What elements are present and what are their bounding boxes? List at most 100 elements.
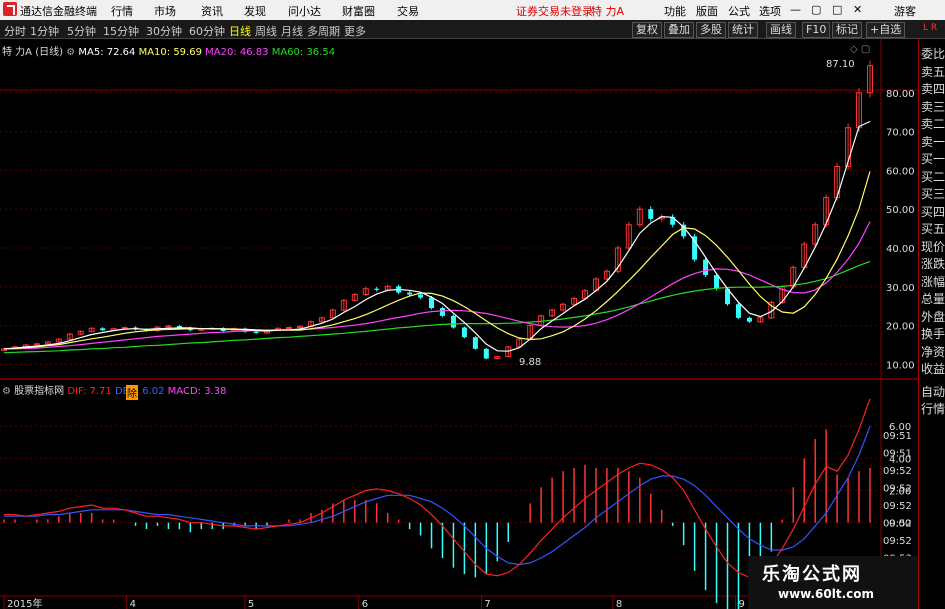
period-15min[interactable]: 15分钟 [103, 23, 139, 39]
mark-button[interactable]: 标记 [832, 22, 862, 38]
auto-quote-0[interactable]: 自动 [921, 385, 945, 399]
price-axis-label: 20.00 [886, 322, 915, 333]
menu-discover[interactable]: 发现 [244, 3, 266, 19]
quote-field-0[interactable]: 委比 [921, 47, 945, 61]
quote-field-17[interactable]: 净资 [921, 345, 945, 359]
quote-field-7[interactable]: 买二 [921, 170, 945, 184]
price-axis-label: 70.00 [886, 128, 915, 139]
menu-function[interactable]: 功能 [664, 3, 686, 19]
time-label: 09:52 [883, 536, 912, 547]
quote-field-18[interactable]: 收益 [921, 362, 945, 376]
restore-icon[interactable]: ▢ [811, 3, 821, 16]
candle-body [253, 331, 259, 333]
maximize-icon[interactable]: □ [832, 3, 842, 16]
menu-formula[interactable]: 公式 [728, 3, 750, 19]
period-monthly[interactable]: 月线 [281, 23, 303, 39]
macd-legend: ⚙ 股票指标网 DIF: 7.71 DEA: 6.02 MACD: 3.38 [2, 382, 226, 397]
quote-side-panel: L R 委比卖五卖四卖三卖二卖一买一买二买三买四买五现价涨跌涨幅总量外盘换手净资… [918, 23, 945, 609]
candle-body [450, 315, 456, 328]
add-favorite-button[interactable]: +自选 [866, 22, 906, 38]
adjust-button[interactable]: 复权 [632, 22, 662, 38]
minimize-icon[interactable]: — [790, 3, 801, 16]
period-more[interactable]: 更多 [344, 23, 366, 39]
period-daily[interactable]: 日线 [229, 23, 251, 39]
quote-field-6[interactable]: 买一 [921, 152, 945, 166]
period-multi[interactable]: 多周期 [307, 23, 340, 39]
period-1min[interactable]: 1分钟 [30, 23, 59, 39]
corner-label: L R [923, 23, 938, 33]
menu-news[interactable]: 资讯 [201, 3, 223, 19]
menu-market[interactable]: 行情 [111, 3, 133, 19]
candle-body [439, 308, 445, 316]
current-stock: 特 力A [591, 5, 625, 18]
quote-field-15[interactable]: 外盘 [921, 310, 945, 324]
candle-body [418, 294, 424, 298]
candle-body [286, 327, 293, 330]
stats-button[interactable]: 统计 [728, 22, 758, 38]
axis-labels: 80.00 70.00 60.00 50.00 40.00 30.00 20.00 10.00… [7, 89, 915, 609]
f10-button[interactable]: F10 [802, 22, 831, 38]
quote-field-16[interactable]: 换手 [921, 327, 945, 341]
quote-field-9[interactable]: 买四 [921, 205, 945, 219]
app-logo-icon [3, 2, 17, 16]
candle-body [714, 275, 720, 289]
period-60min[interactable]: 60分钟 [189, 23, 225, 39]
ex-dividend-badge: 除 [126, 385, 138, 400]
quote-field-14[interactable]: 总量 [921, 292, 945, 306]
quote-field-8[interactable]: 买三 [921, 187, 945, 201]
period-30min[interactable]: 30分钟 [146, 23, 182, 39]
menu-options[interactable]: 选项 [759, 3, 781, 19]
menu-fortune[interactable]: 财富圈 [342, 3, 375, 19]
guest-user[interactable]: 游客 [894, 3, 916, 19]
candle-body [692, 236, 698, 260]
candle-body [483, 348, 489, 359]
dea-line [4, 425, 871, 566]
watermark: 乐淘公式网 www.60lt.com [748, 556, 918, 609]
main-legend: 特 力A (日线) ⚙ MA5: 72.64 MA10: 59.69 MA20:… [2, 43, 335, 58]
macd-gear-icon[interactable]: ⚙ [2, 386, 11, 397]
auto-quote-1[interactable]: 行情 [921, 402, 945, 416]
quote-field-12[interactable]: 涨跌 [921, 257, 945, 271]
period-weekly[interactable]: 周线 [255, 23, 277, 39]
legend-gear-icon[interactable]: ⚙ [66, 47, 75, 58]
menu-trade[interactable]: 交易 [397, 3, 419, 19]
quote-field-5[interactable]: 卖一 [921, 135, 945, 149]
macd-lines [4, 398, 871, 579]
overlay-button[interactable]: 叠加 [664, 22, 694, 38]
candle-body [407, 292, 413, 295]
price-axis-label: 80.00 [886, 89, 915, 100]
date-label: 9 [738, 599, 744, 609]
quote-field-13[interactable]: 涨幅 [921, 275, 945, 289]
quote-field-3[interactable]: 卖三 [921, 100, 945, 114]
chart-area[interactable]: 80.00 70.00 60.00 50.00 40.00 30.00 20.00 10.00… [0, 39, 918, 609]
close-icon[interactable]: ✕ [853, 3, 862, 16]
quote-field-2[interactable]: 卖四 [921, 82, 945, 96]
draw-button[interactable]: 画线 [766, 22, 796, 38]
period-toolbar: 分时 1分钟 5分钟 15分钟 30分钟 60分钟 日线 周线 月线 多周期 更… [0, 20, 945, 39]
time-label: 09:52 [883, 484, 912, 495]
candle-body [735, 304, 741, 318]
multi-stock-button[interactable]: 多股 [696, 22, 726, 38]
price-axis-label: 40.00 [886, 244, 915, 255]
quote-field-1[interactable]: 卖五 [921, 65, 945, 79]
time-label: 09:52 [883, 501, 912, 512]
candle-body [429, 297, 435, 309]
ma10-value: MA10: 59.69 [138, 47, 202, 58]
menu-ask[interactable]: 问小达 [288, 3, 321, 19]
quote-field-4[interactable]: 卖二 [921, 117, 945, 131]
time-label: 09:51 [883, 431, 912, 442]
candle-body [472, 337, 478, 349]
kline-chart[interactable]: 80.00 70.00 60.00 50.00 40.00 30.00 20.00 10.00… [0, 39, 918, 609]
period-intraday[interactable]: 分时 [4, 23, 26, 39]
menu-exchange[interactable]: 市场 [154, 3, 176, 19]
indicator-name: 股票指标网 [14, 386, 65, 397]
dea-value: DEA: 6.02 [114, 386, 165, 397]
price-axis-label: 50.00 [886, 205, 915, 216]
menu-layout[interactable]: 版面 [696, 3, 718, 19]
chart-settings-icon[interactable]: ◇ ▢ [850, 44, 870, 55]
quote-field-10[interactable]: 买五 [921, 222, 945, 236]
dif-line [4, 398, 871, 579]
price-axis-label: 30.00 [886, 283, 915, 294]
period-5min[interactable]: 5分钟 [67, 23, 96, 39]
quote-field-11[interactable]: 现价 [921, 240, 945, 254]
